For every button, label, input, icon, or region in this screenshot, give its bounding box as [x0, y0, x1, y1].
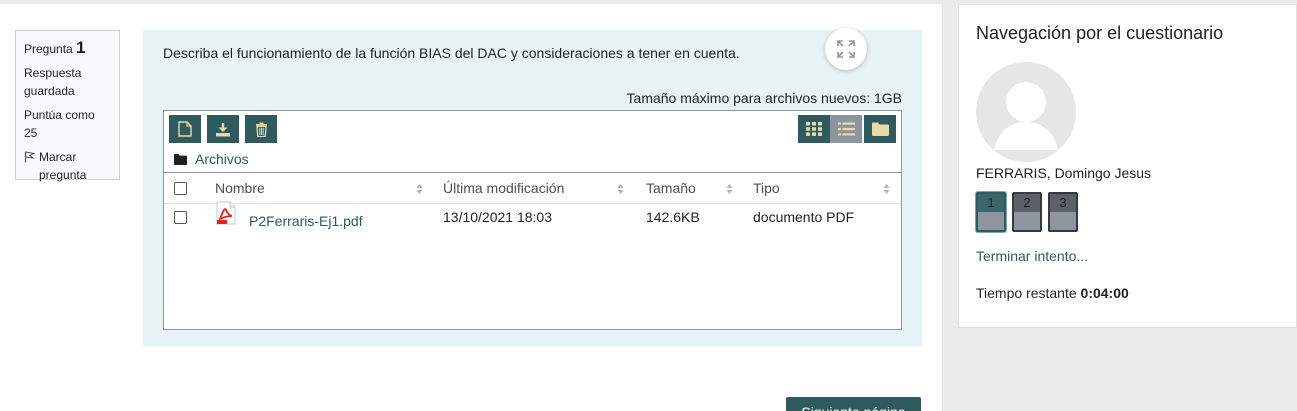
breadcrumb-files-link[interactable]: Archivos — [195, 151, 249, 167]
avatar — [976, 62, 1076, 162]
breadcrumb: Archivos — [174, 151, 249, 167]
sort-icon[interactable] — [883, 183, 890, 195]
nav-question-status — [1050, 212, 1076, 230]
question-content: Describa el funcionamiento de la función… — [143, 30, 922, 346]
question-buttons: 1 2 3 — [976, 192, 1078, 232]
view-list-button[interactable] — [830, 115, 862, 143]
user-avatar-icon — [976, 62, 1076, 162]
user-name: FERRARIS, Domingo Jesus — [976, 165, 1152, 181]
flag-icon — [24, 148, 36, 168]
grid-icon — [806, 122, 822, 136]
nav-title: Navegación por el cuestionario — [976, 23, 1224, 43]
question-grade: Puntúa como 25 — [24, 108, 95, 140]
nav-question-2[interactable]: 2 — [1012, 192, 1042, 232]
flag-question-label: Marcar pregunta — [39, 150, 87, 182]
download-button[interactable] — [207, 115, 239, 143]
nav-question-number: 1 — [987, 195, 995, 210]
file-icon — [178, 121, 192, 137]
flag-question-toggle[interactable]: Marcar pregunta — [24, 148, 111, 184]
delete-button[interactable] — [245, 115, 277, 143]
file-type: documento PDF — [753, 209, 855, 225]
view-tree-button[interactable] — [864, 115, 896, 143]
sort-icon[interactable] — [726, 183, 733, 195]
pdf-file-icon — [216, 201, 236, 225]
sort-icon[interactable] — [617, 183, 624, 195]
view-icons-button[interactable] — [798, 115, 830, 143]
file-checkbox[interactable] — [174, 210, 187, 224]
trash-icon — [255, 122, 267, 137]
nav-question-3[interactable]: 3 — [1048, 192, 1078, 232]
next-page-button[interactable]: Siguiente página — [786, 397, 921, 411]
nav-question-status — [978, 212, 1004, 230]
question-status: Respuesta guardada — [24, 66, 82, 98]
file-size: 142.6KB — [646, 209, 700, 225]
main-panel: Pregunta 1 Respuesta guardada Puntúa com… — [0, 4, 943, 411]
fullscreen-button[interactable] — [825, 28, 867, 70]
question-number: 1 — [76, 38, 86, 57]
nav-question-1[interactable]: 1 — [976, 192, 1006, 232]
question-text: Describa el funcionamiento de la función… — [163, 45, 740, 61]
nav-question-number: 3 — [1059, 195, 1067, 210]
file-picker: Archivos Nombre Última modificación Tama… — [163, 110, 902, 330]
question-info-box: Pregunta 1 Respuesta guardada Puntúa com… — [15, 30, 120, 182]
nav-question-number: 2 — [1023, 195, 1031, 210]
file-link[interactable]: P2Ferraris-Ej1.pdf — [249, 213, 363, 229]
timer-value: 0:04:00 — [1080, 285, 1129, 301]
folder-icon — [871, 122, 889, 136]
question-label: Pregunta — [24, 42, 73, 56]
select-all-checkbox[interactable] — [174, 181, 187, 195]
timer-label: Tiempo restante — [976, 285, 1077, 301]
expand-icon — [837, 40, 855, 58]
nav-question-status — [1014, 212, 1040, 230]
sort-icon[interactable] — [416, 183, 423, 195]
table-row: P2Ferraris-Ej1.pdf 13/10/2021 18:03 142.… — [164, 201, 901, 245]
quiz-navigation-panel: Navegación por el cuestionario FERRARIS,… — [958, 4, 1297, 328]
max-file-size: Tamaño máximo para archivos nuevos: 1GB — [626, 90, 902, 106]
list-icon — [837, 122, 855, 136]
finish-attempt-link[interactable]: Terminar intento... — [976, 248, 1088, 264]
file-modified: 13/10/2021 18:03 — [443, 209, 552, 225]
add-file-button[interactable] — [169, 115, 201, 143]
folder-icon — [174, 153, 187, 165]
time-remaining: Tiempo restante 0:04:00 — [976, 285, 1129, 301]
download-icon — [216, 122, 230, 136]
